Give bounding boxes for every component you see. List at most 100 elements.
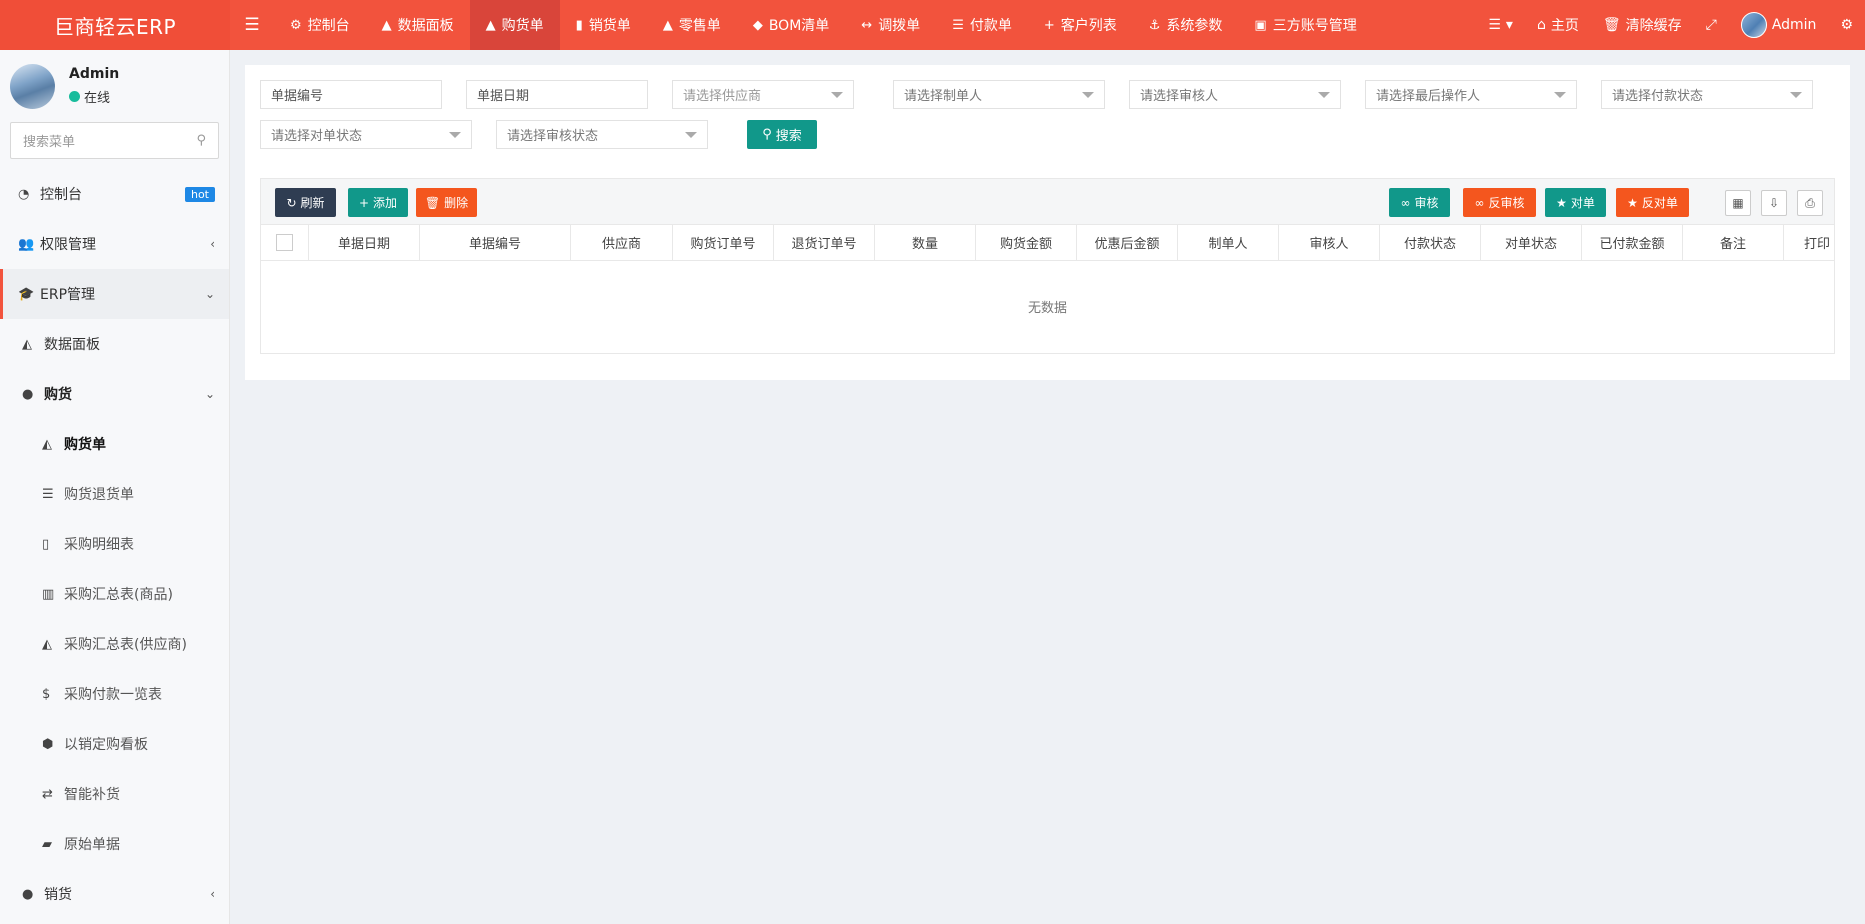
export-button[interactable]: ⇩ [1761, 190, 1787, 216]
main-panel: 单据编号 单据日期 请选择供应商 请选择制单人 请选择审核人 请选择最后操作人 … [245, 65, 1850, 380]
area-chart-icon: ▲ [381, 17, 392, 33]
tab-data-panel[interactable]: ▲ 数据面板 [366, 0, 470, 50]
unaudit-button[interactable]: ∞ 反审核 [1463, 188, 1536, 217]
sidebar-item-dashboard[interactable]: ◔ 控制台 hot [0, 169, 229, 219]
supplier-select[interactable]: 请选择供应商 [672, 80, 854, 109]
search-label: 搜索 [775, 129, 802, 144]
column-header[interactable]: 打印 [1784, 225, 1834, 260]
check-status-select[interactable]: 请选择对单状态 [260, 120, 472, 149]
bill-date-input[interactable]: 单据日期 [466, 80, 648, 109]
sidebar-item-sales[interactable]: ● 销货 ‹ [0, 869, 229, 919]
column-header[interactable]: 制单人 [1178, 225, 1279, 260]
column-header[interactable]: 购货金额 [976, 225, 1077, 260]
arrows-h-icon: ↔ [861, 17, 873, 33]
sidebar-item-purchase[interactable]: ● 购货 ⌄ [0, 369, 229, 419]
fullscreen-button[interactable]: ⤢ [1694, 0, 1729, 50]
tab-customers[interactable]: + 客户列表 [1028, 0, 1133, 50]
column-header[interactable]: 供应商 [571, 225, 673, 260]
user-menu[interactable]: Admin [1729, 0, 1829, 50]
column-header[interactable]: 备注 [1683, 225, 1784, 260]
column-header[interactable]: 优惠后金额 [1077, 225, 1178, 260]
more-tabs-dropdown[interactable]: ☰ ▾ [1476, 0, 1525, 50]
columns-toggle-button[interactable]: ▦ [1725, 190, 1751, 216]
input-placeholder: 单据编号 [271, 89, 324, 104]
column-header[interactable]: 购货订单号 [673, 225, 774, 260]
clear-cache-label: 清除缓存 [1625, 18, 1682, 34]
bill-no-input[interactable]: 单据编号 [260, 80, 442, 109]
column-header[interactable]: 已付款金额 [1582, 225, 1683, 260]
sidebar-item-purchase-detail[interactable]: ▯ 采购明细表 [0, 519, 229, 569]
brand-logo[interactable]: 巨商轻云ERP [0, 0, 230, 50]
menu-toggle-icon[interactable]: ☰ [230, 0, 274, 50]
tab-label: 系统参数 [1166, 18, 1223, 34]
sidebar-item-label: 采购明细表 [64, 537, 134, 553]
search-button[interactable]: ⚲ 搜索 [747, 120, 817, 149]
bar-chart-icon: ▮ [575, 17, 583, 33]
sidebar-item-sales-based-board[interactable]: ⬢ 以销定购看板 [0, 719, 229, 769]
select-placeholder: 请选择供应商 [683, 89, 762, 104]
sidebar-item-label: ERP管理 [40, 287, 96, 303]
sidebar-item-purchase-summary-goods[interactable]: ▥ 采购汇总表(商品) [0, 569, 229, 619]
tab-bom[interactable]: ◆ BOM清单 [737, 0, 845, 50]
sidebar-item-purchase-payment-list[interactable]: $ 采购付款一览表 [0, 669, 229, 719]
last-operator-select[interactable]: 请选择最后操作人 [1365, 80, 1577, 109]
tab-label: 调拨单 [878, 18, 921, 34]
delete-button[interactable]: 🗑 删除 [416, 188, 477, 217]
column-header[interactable]: 单据日期 [309, 225, 420, 260]
user-name: Admin [69, 66, 120, 82]
sidebar-item-label: 智能补货 [64, 787, 120, 803]
audit-status-select[interactable]: 请选择审核状态 [496, 120, 708, 149]
area-chart-icon: ▲ [662, 17, 673, 33]
uncheck-button[interactable]: ★ 反对单 [1616, 188, 1689, 217]
tab-third-party[interactable]: ▣ 三方账号管理 [1238, 0, 1372, 50]
column-header[interactable]: 退货订单号 [774, 225, 875, 260]
menu-search-input[interactable]: 搜索菜单 ⚲ [10, 122, 219, 159]
audit-label: 审核 [1414, 196, 1439, 210]
column-header[interactable]: 审核人 [1279, 225, 1380, 260]
user-plus-icon: + [1043, 17, 1055, 33]
clear-cache-button[interactable]: 🗑 清除缓存 [1591, 0, 1694, 50]
sidebar-item-smart-replenish[interactable]: ⇄ 智能补货 [0, 769, 229, 819]
audit-button[interactable]: ∞ 审核 [1389, 188, 1450, 217]
column-header[interactable]: 单据编号 [420, 225, 571, 260]
trash-icon: 🗑 [1602, 17, 1621, 33]
print-button[interactable]: ⎙ [1797, 190, 1823, 216]
sidebar-item-erp[interactable]: 🎓 ERP管理 ⌄ [0, 269, 229, 319]
tab-purchase-order[interactable]: ▲ 购货单 [469, 0, 560, 50]
home-link[interactable]: ⌂ 主页 [1525, 0, 1591, 50]
tab-retail[interactable]: ▲ 零售单 [647, 0, 737, 50]
add-button[interactable]: + 添加 [348, 188, 408, 217]
sidebar-item-label: 采购付款一览表 [64, 687, 162, 703]
settings-button[interactable]: ⚙ [1828, 0, 1865, 50]
tab-sales-order[interactable]: ▮ 销货单 [560, 0, 647, 50]
star-icon: ★ [1627, 195, 1638, 210]
caret-down-icon [1082, 92, 1094, 98]
tab-label: 数据面板 [397, 18, 454, 34]
tab-dashboard[interactable]: ⚙ 控制台 [274, 0, 366, 50]
top-navbar: 巨商轻云ERP ☰ ⚙ 控制台 ▲ 数据面板 ▲ 购货单 ▮ 销货单 ▲ 零售单 ◆ BOM… [0, 0, 1865, 50]
anchor-icon: ⚓ [1148, 17, 1161, 33]
column-header[interactable]: 付款状态 [1380, 225, 1481, 260]
sidebar-item-purchase-order[interactable]: ◭ 购货单 [0, 419, 229, 469]
print-icon: ⎙ [1805, 195, 1815, 210]
column-header[interactable]: 对单状态 [1481, 225, 1582, 260]
auditor-select[interactable]: 请选择审核人 [1129, 80, 1341, 109]
sidebar-item-purchase-return[interactable]: ☰ 购货退货单 [0, 469, 229, 519]
sidebar-item-data-panel[interactable]: ◭ 数据面板 [0, 319, 229, 369]
maker-select[interactable]: 请选择制单人 [893, 80, 1105, 109]
check-button[interactable]: ★ 对单 [1545, 188, 1606, 217]
pay-status-select[interactable]: 请选择付款状态 [1601, 80, 1813, 109]
tab-transfer[interactable]: ↔ 调拨单 [845, 0, 936, 50]
tab-system-params[interactable]: ⚓ 系统参数 [1133, 0, 1239, 50]
cube-icon: ⬢ [42, 736, 54, 752]
sidebar-item-permissions[interactable]: 👥 权限管理 ‹ [0, 219, 229, 269]
sidebar-item-original-docs[interactable]: ▰ 原始单据 [0, 819, 229, 869]
sidebar-item-purchase-summary-supplier[interactable]: ◭ 采购汇总表(供应商) [0, 619, 229, 669]
select-placeholder: 请选择审核状态 [507, 129, 599, 144]
search-icon: ⚲ [762, 127, 772, 142]
refresh-button[interactable]: ↻ 刷新 [275, 188, 336, 217]
tab-payment[interactable]: ☰ 付款单 [936, 0, 1028, 50]
select-all-checkbox[interactable] [276, 234, 293, 251]
column-header[interactable]: 数量 [875, 225, 976, 260]
avatar [10, 63, 55, 109]
